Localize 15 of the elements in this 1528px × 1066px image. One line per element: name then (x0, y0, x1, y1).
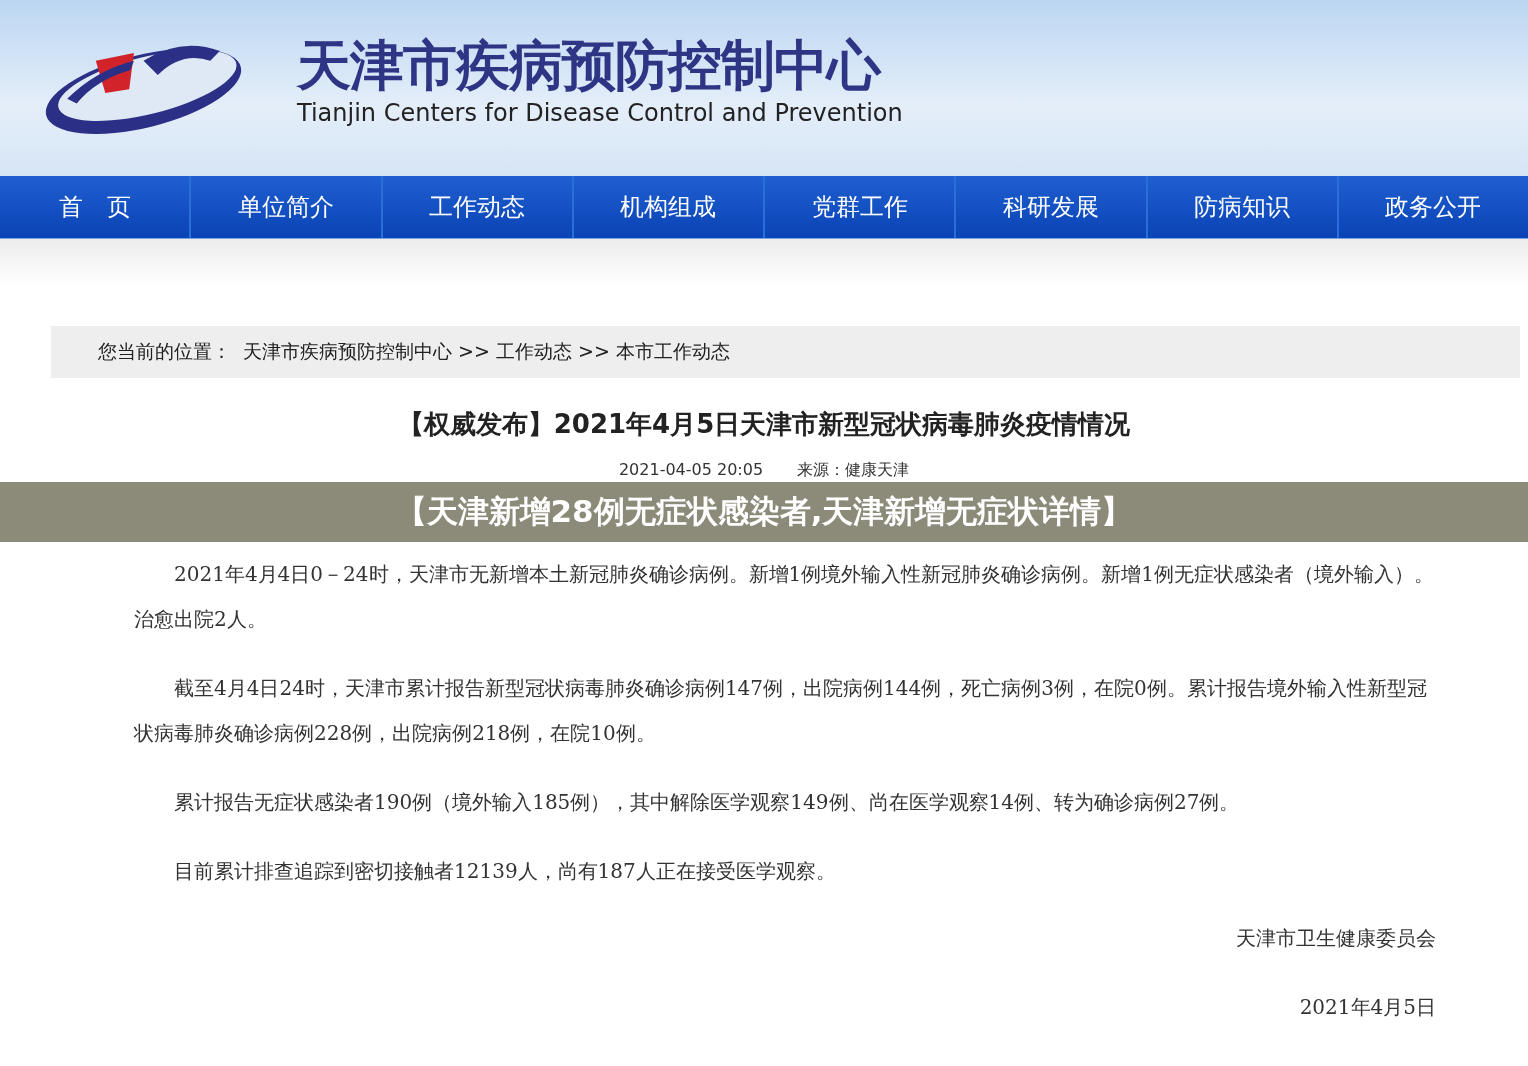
site-subtitle: Tianjin Centers for Disease Control and Prevention (297, 98, 903, 128)
signature-date: 2021年4月5日 (1298, 994, 1436, 1021)
nav-link[interactable]: 政务公开 (1338, 176, 1528, 238)
article-source: 来源：健康天津 (797, 460, 910, 480)
signature: 天津市卫生健康委员会 (1235, 925, 1436, 952)
article-title: 【权威发布】2021年4月5日天津市新型冠状病毒肺炎疫情情况 (396, 408, 1132, 441)
banner-text: 【天津新增28例无症状感染者,天津新增无症状详情】 (395, 492, 1133, 531)
article-paragraph: 截至4月4日24时，天津市累计报告新型冠状病毒肺炎确诊病例147例，出院病例144例，死亡病例3例，在院0例。累计报告境外输入性新型冠状病毒肺炎确诊病例228例，出院病例218例，在院10例。 (134, 675, 1428, 747)
article-paragraph: 2021年4月4日0－24时，天津市无新增本土新冠肺炎确诊病例。新增1例境外输入性新冠肺炎确诊病例。新增1例无症状感染者（境外输入）。治愈出院2人。 (134, 561, 1435, 633)
breadcrumb-label: 您当前的位置： (98, 339, 231, 364)
site-title: 天津市疾病预防控制中心 (297, 34, 883, 98)
article-paragraph: 累计报告无症状感染者190例（境外输入185例），其中解除医学观察149例、尚在医学观察14例、转为确诊病例27例。 (173, 789, 1241, 816)
breadcrumb-path[interactable]: 天津市疾病预防控制中心 >> 工作动态 >> 本市工作动态 (243, 339, 730, 365)
article-date: 2021-04-05 20:05 (618, 460, 764, 480)
article-paragraph: 目前累计排查追踪到密切接触者12139人，尚有187人正在接受医学观察。 (173, 858, 837, 885)
